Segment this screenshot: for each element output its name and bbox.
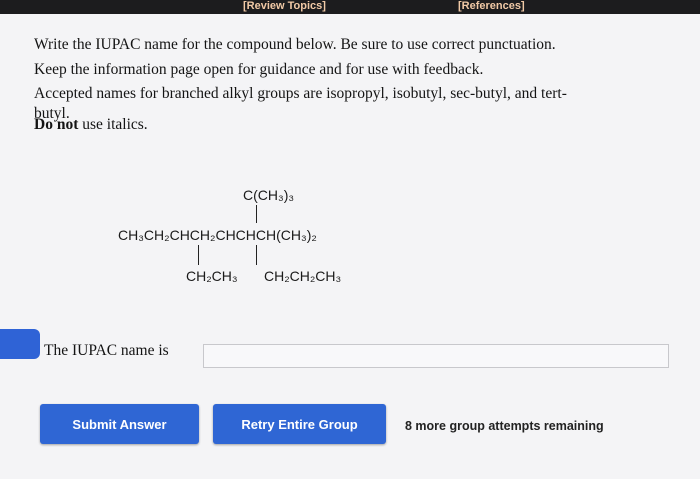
answer-marker [0, 329, 40, 359]
retry-entire-group-button[interactable]: Retry Entire Group [213, 404, 386, 444]
bond-top [256, 205, 257, 223]
tert-butyl-substituent: C(CH₃)₃ [243, 187, 295, 203]
attempts-remaining: 8 more group attempts remaining [405, 419, 604, 433]
ethyl-substituent: CH₂CH₃ [186, 268, 238, 284]
bond-bottom-right [256, 245, 257, 265]
propyl-substituent: CH₂CH₂CH₃ [264, 268, 342, 284]
main-chain: CH₃CH₂CHCH₂CHCHCH(CH₃)₂ [118, 227, 317, 243]
iupac-name-input[interactable] [203, 344, 669, 368]
submit-answer-button[interactable]: Submit Answer [40, 404, 199, 444]
bond-bottom-left [198, 245, 199, 265]
answer-label: The IUPAC name is [44, 342, 169, 359]
